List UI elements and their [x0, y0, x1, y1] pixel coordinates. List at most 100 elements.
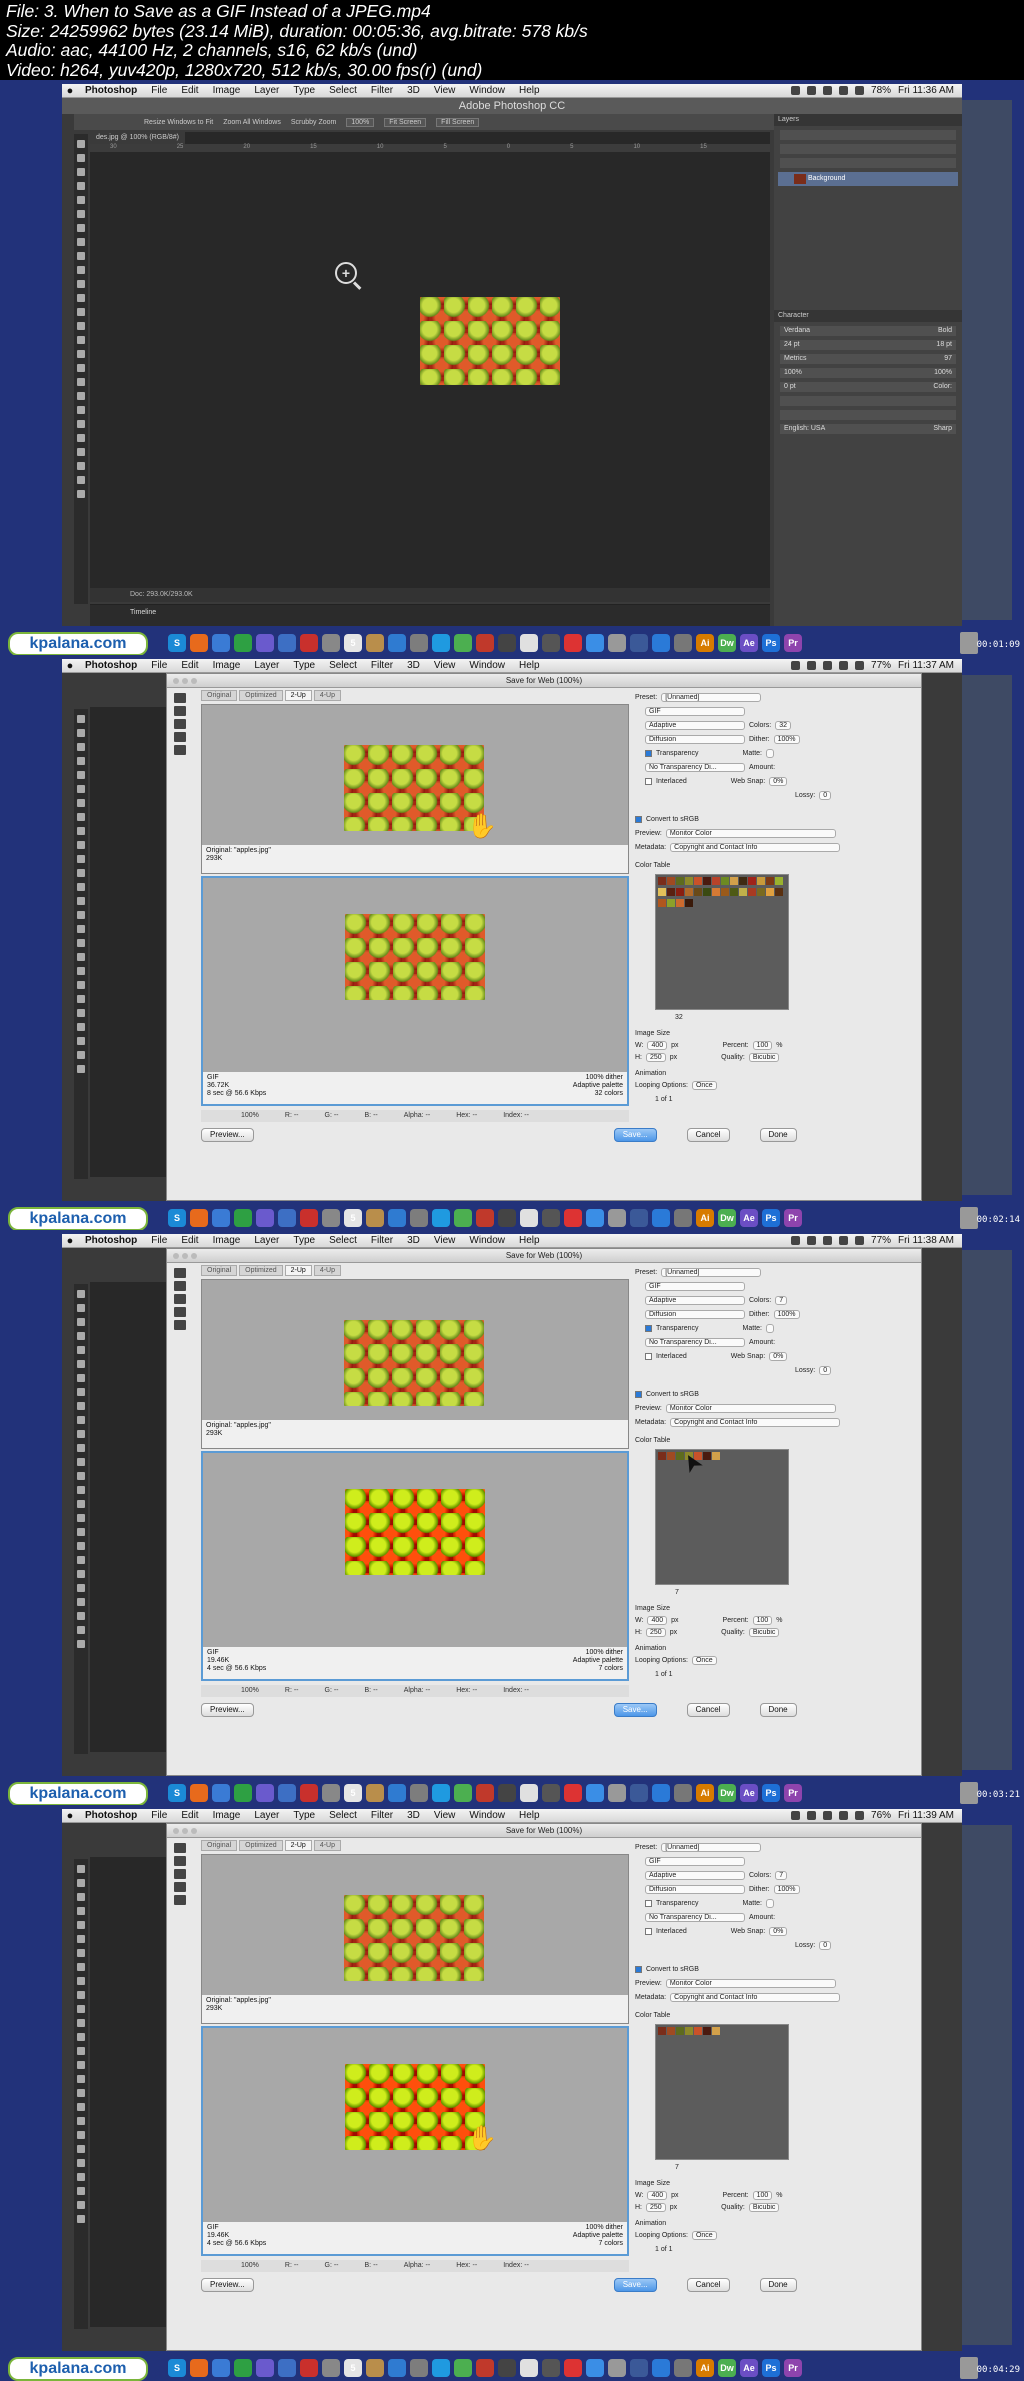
preview-dropdown[interactable]: Monitor Color	[665, 1978, 836, 1988]
dock-app-icon[interactable]	[256, 1209, 274, 1227]
tool-icon[interactable]	[77, 350, 85, 358]
color-swatch[interactable]	[712, 1452, 720, 1460]
tool-icon[interactable]	[77, 1500, 85, 1508]
tool-icon[interactable]	[77, 2201, 85, 2209]
view-tab[interactable]: Optimized	[239, 1840, 283, 1851]
tool-icon[interactable]	[77, 2117, 85, 2125]
option-checkbox[interactable]: Scrubby Zoom	[291, 119, 337, 126]
menu-app-name[interactable]: Photoshop	[78, 660, 144, 671]
dock-app-icon[interactable]: 5	[344, 2359, 362, 2377]
menu-item[interactable]: Select	[322, 1235, 364, 1246]
tool-icon[interactable]	[77, 1879, 85, 1887]
dock-app-icon[interactable]: Ae	[740, 634, 758, 652]
status-icon[interactable]	[839, 86, 849, 95]
percent-field[interactable]: 100	[752, 2190, 773, 2200]
dock-app-icon[interactable]: Dw	[718, 1784, 736, 1802]
web-snap-field[interactable]: 0%	[769, 1926, 788, 1936]
tool-icon[interactable]	[77, 1374, 85, 1382]
apple-icon[interactable]: ●	[62, 85, 78, 97]
color-swatch[interactable]	[694, 877, 702, 885]
tool-icon[interactable]	[77, 1921, 85, 1929]
tool-icon[interactable]	[77, 434, 85, 442]
menu-item[interactable]: Help	[512, 1810, 547, 1821]
tool-icon[interactable]	[77, 1626, 85, 1634]
zoom-level[interactable]: 100%	[241, 1685, 259, 1697]
dock-app-icon[interactable]: 5	[344, 1209, 362, 1227]
preset-dropdown[interactable]: [Unnamed]	[661, 1842, 762, 1852]
dock-app-icon[interactable]	[630, 1209, 648, 1227]
menu-item[interactable]: View	[427, 660, 463, 671]
color-swatch[interactable]	[739, 888, 747, 896]
menu-item[interactable]: Window	[462, 1810, 512, 1821]
color-swatch[interactable]	[676, 888, 684, 896]
tool-icon[interactable]	[77, 294, 85, 302]
dock-app-icon[interactable]	[190, 634, 208, 652]
tool-icon[interactable]	[77, 841, 85, 849]
menu-app-name[interactable]: Photoshop	[78, 1810, 144, 1821]
tool-icon[interactable]	[77, 2033, 85, 2041]
menu-item[interactable]: Type	[286, 1810, 322, 1821]
dock-app-icon[interactable]	[234, 634, 252, 652]
tool-icon[interactable]	[77, 1318, 85, 1326]
view-tab[interactable]: 2-Up	[284, 1840, 312, 1851]
dock-app-icon[interactable]	[212, 634, 230, 652]
web-snap-field[interactable]: 0%	[769, 1351, 788, 1361]
tool-icon[interactable]	[77, 1991, 85, 1999]
menu-item[interactable]: View	[427, 1235, 463, 1246]
dialog-tool-icon[interactable]	[174, 1895, 186, 1905]
color-swatch[interactable]	[721, 888, 729, 896]
view-tab[interactable]: 4-Up	[313, 1840, 342, 1851]
dock-app-icon[interactable]	[608, 2359, 626, 2377]
transparency-dither-dropdown[interactable]: No Transparency Di...	[645, 762, 745, 772]
color-swatch[interactable]	[694, 2027, 702, 2035]
dock-app-icon[interactable]	[234, 1209, 252, 1227]
view-tab[interactable]: Original	[201, 1265, 238, 1276]
tool-icon[interactable]	[77, 2173, 85, 2181]
dock-app-icon[interactable]: Ai	[696, 1209, 714, 1227]
dock-app-icon[interactable]	[322, 1784, 340, 1802]
color-swatch[interactable]	[712, 2027, 720, 2035]
tool-icon[interactable]	[77, 378, 85, 386]
dock-app-icon[interactable]	[542, 1784, 560, 1802]
preset-dropdown[interactable]: [Unnamed]	[661, 692, 762, 702]
color-swatch[interactable]	[676, 2027, 684, 2035]
tool-icon[interactable]	[77, 2019, 85, 2027]
menu-item[interactable]: Image	[206, 1810, 248, 1821]
status-icon[interactable]	[791, 661, 801, 670]
dock-app-icon[interactable]: Ps	[762, 1209, 780, 1227]
dock-app-icon[interactable]	[410, 2359, 428, 2377]
menu-item[interactable]: Filter	[364, 85, 400, 96]
dock-app-icon[interactable]	[366, 634, 384, 652]
tool-icon[interactable]	[77, 392, 85, 400]
dock-app-icon[interactable]	[520, 2359, 538, 2377]
dock-app-icon[interactable]	[608, 634, 626, 652]
status-icon[interactable]	[791, 86, 801, 95]
done-button[interactable]: Done	[759, 2278, 797, 2292]
tool-icon[interactable]	[77, 1416, 85, 1424]
dither-algorithm-dropdown[interactable]: Diffusion	[645, 1884, 745, 1894]
tool-icon[interactable]	[77, 785, 85, 793]
tool-icon[interactable]	[77, 1865, 85, 1873]
dock-app-icon[interactable]	[366, 1209, 384, 1227]
color-swatch[interactable]	[667, 1452, 675, 1460]
dock-app-icon[interactable]	[608, 1784, 626, 1802]
percent-field[interactable]: 100	[752, 1040, 773, 1050]
tool-icon[interactable]	[77, 140, 85, 148]
dock-app-icon[interactable]	[630, 634, 648, 652]
color-swatch[interactable]	[712, 888, 720, 896]
document-tab[interactable]: des.jpg @ 100% (RGB/8#)	[90, 132, 185, 144]
view-tab[interactable]: Optimized	[239, 690, 283, 701]
dock-app-icon[interactable]	[278, 1784, 296, 1802]
tool-icon[interactable]	[77, 448, 85, 456]
dock-app-icon[interactable]	[410, 1784, 428, 1802]
status-icon[interactable]	[823, 661, 833, 670]
done-button[interactable]: Done	[759, 1128, 797, 1142]
dock-app-icon[interactable]	[498, 634, 516, 652]
menu-item[interactable]: Edit	[174, 1235, 205, 1246]
status-icon[interactable]	[807, 1811, 817, 1820]
window-button[interactable]	[191, 1253, 197, 1259]
menu-item[interactable]: Window	[462, 85, 512, 96]
tool-icon[interactable]	[77, 1598, 85, 1606]
dock-app-icon[interactable]	[212, 2359, 230, 2377]
trash-icon[interactable]	[960, 1207, 978, 1229]
